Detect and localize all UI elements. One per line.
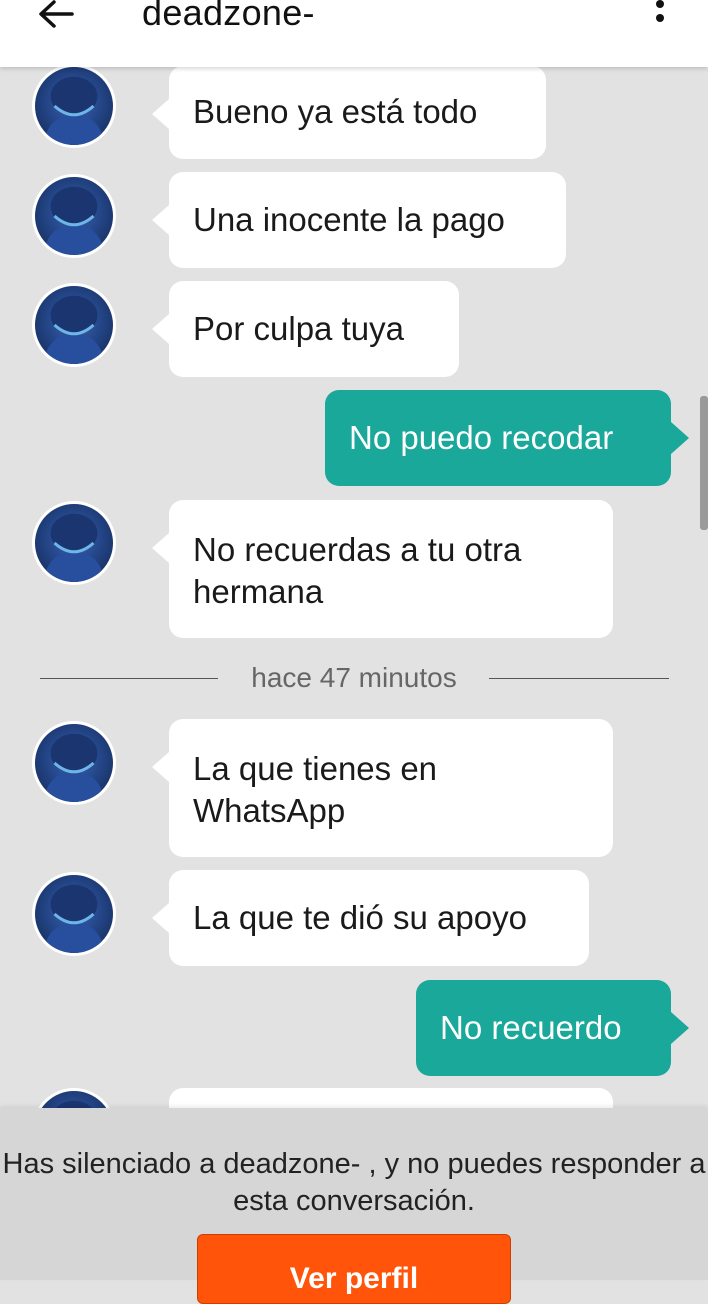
message-bubble-incoming[interactable]: Bueno ya está todo bbox=[152, 66, 546, 159]
divider-line-right bbox=[489, 678, 669, 679]
message-text: No recuerdo bbox=[440, 1009, 622, 1046]
message-text: La que te dió su apoyo bbox=[193, 899, 527, 936]
view-profile-button[interactable]: Ver perfil bbox=[197, 1234, 511, 1304]
more-vertical-icon[interactable] bbox=[652, 0, 668, 32]
message-text: No recuerdas a tu otra hermana bbox=[193, 531, 522, 610]
message-text: Una inocente la pago bbox=[193, 201, 505, 238]
scrollbar[interactable] bbox=[700, 396, 708, 530]
message-text: Por culpa tuya bbox=[193, 310, 404, 347]
muted-footer: Has silenciado a deadzone- , y no puedes… bbox=[0, 1108, 708, 1304]
message-bubble-incoming[interactable]: La que tienes en WhatsApp bbox=[152, 719, 613, 857]
message-text: Bueno ya está todo bbox=[193, 93, 478, 130]
avatar[interactable] bbox=[32, 64, 116, 148]
message-bubble-incoming[interactable]: No recuerdas a tu otra hermana bbox=[152, 500, 613, 638]
message-bubble-outgoing[interactable]: No puedo recodar bbox=[325, 390, 689, 486]
muted-notice: Has silenciado a deadzone- , y no puedes… bbox=[2, 1148, 706, 1217]
avatar[interactable] bbox=[32, 872, 116, 956]
message-bubble-incoming[interactable]: Una inocente la pago bbox=[152, 172, 566, 268]
chat-header: deadzone- bbox=[0, 0, 708, 67]
avatar[interactable] bbox=[32, 174, 116, 258]
arrow-left-icon[interactable] bbox=[36, 0, 76, 32]
message-bubble-outgoing[interactable]: No recuerdo bbox=[416, 980, 689, 1076]
avatar[interactable] bbox=[32, 283, 116, 367]
message-text: La que tienes en WhatsApp bbox=[193, 750, 438, 829]
chat-title: deadzone- bbox=[142, 0, 315, 33]
avatar[interactable] bbox=[32, 721, 116, 805]
avatar[interactable] bbox=[32, 501, 116, 585]
message-text: No puedo recodar bbox=[349, 419, 614, 456]
message-bubble-incoming[interactable]: La que te dió su apoyo bbox=[152, 870, 589, 966]
message-bubble-incoming[interactable]: Por culpa tuya bbox=[152, 281, 459, 377]
